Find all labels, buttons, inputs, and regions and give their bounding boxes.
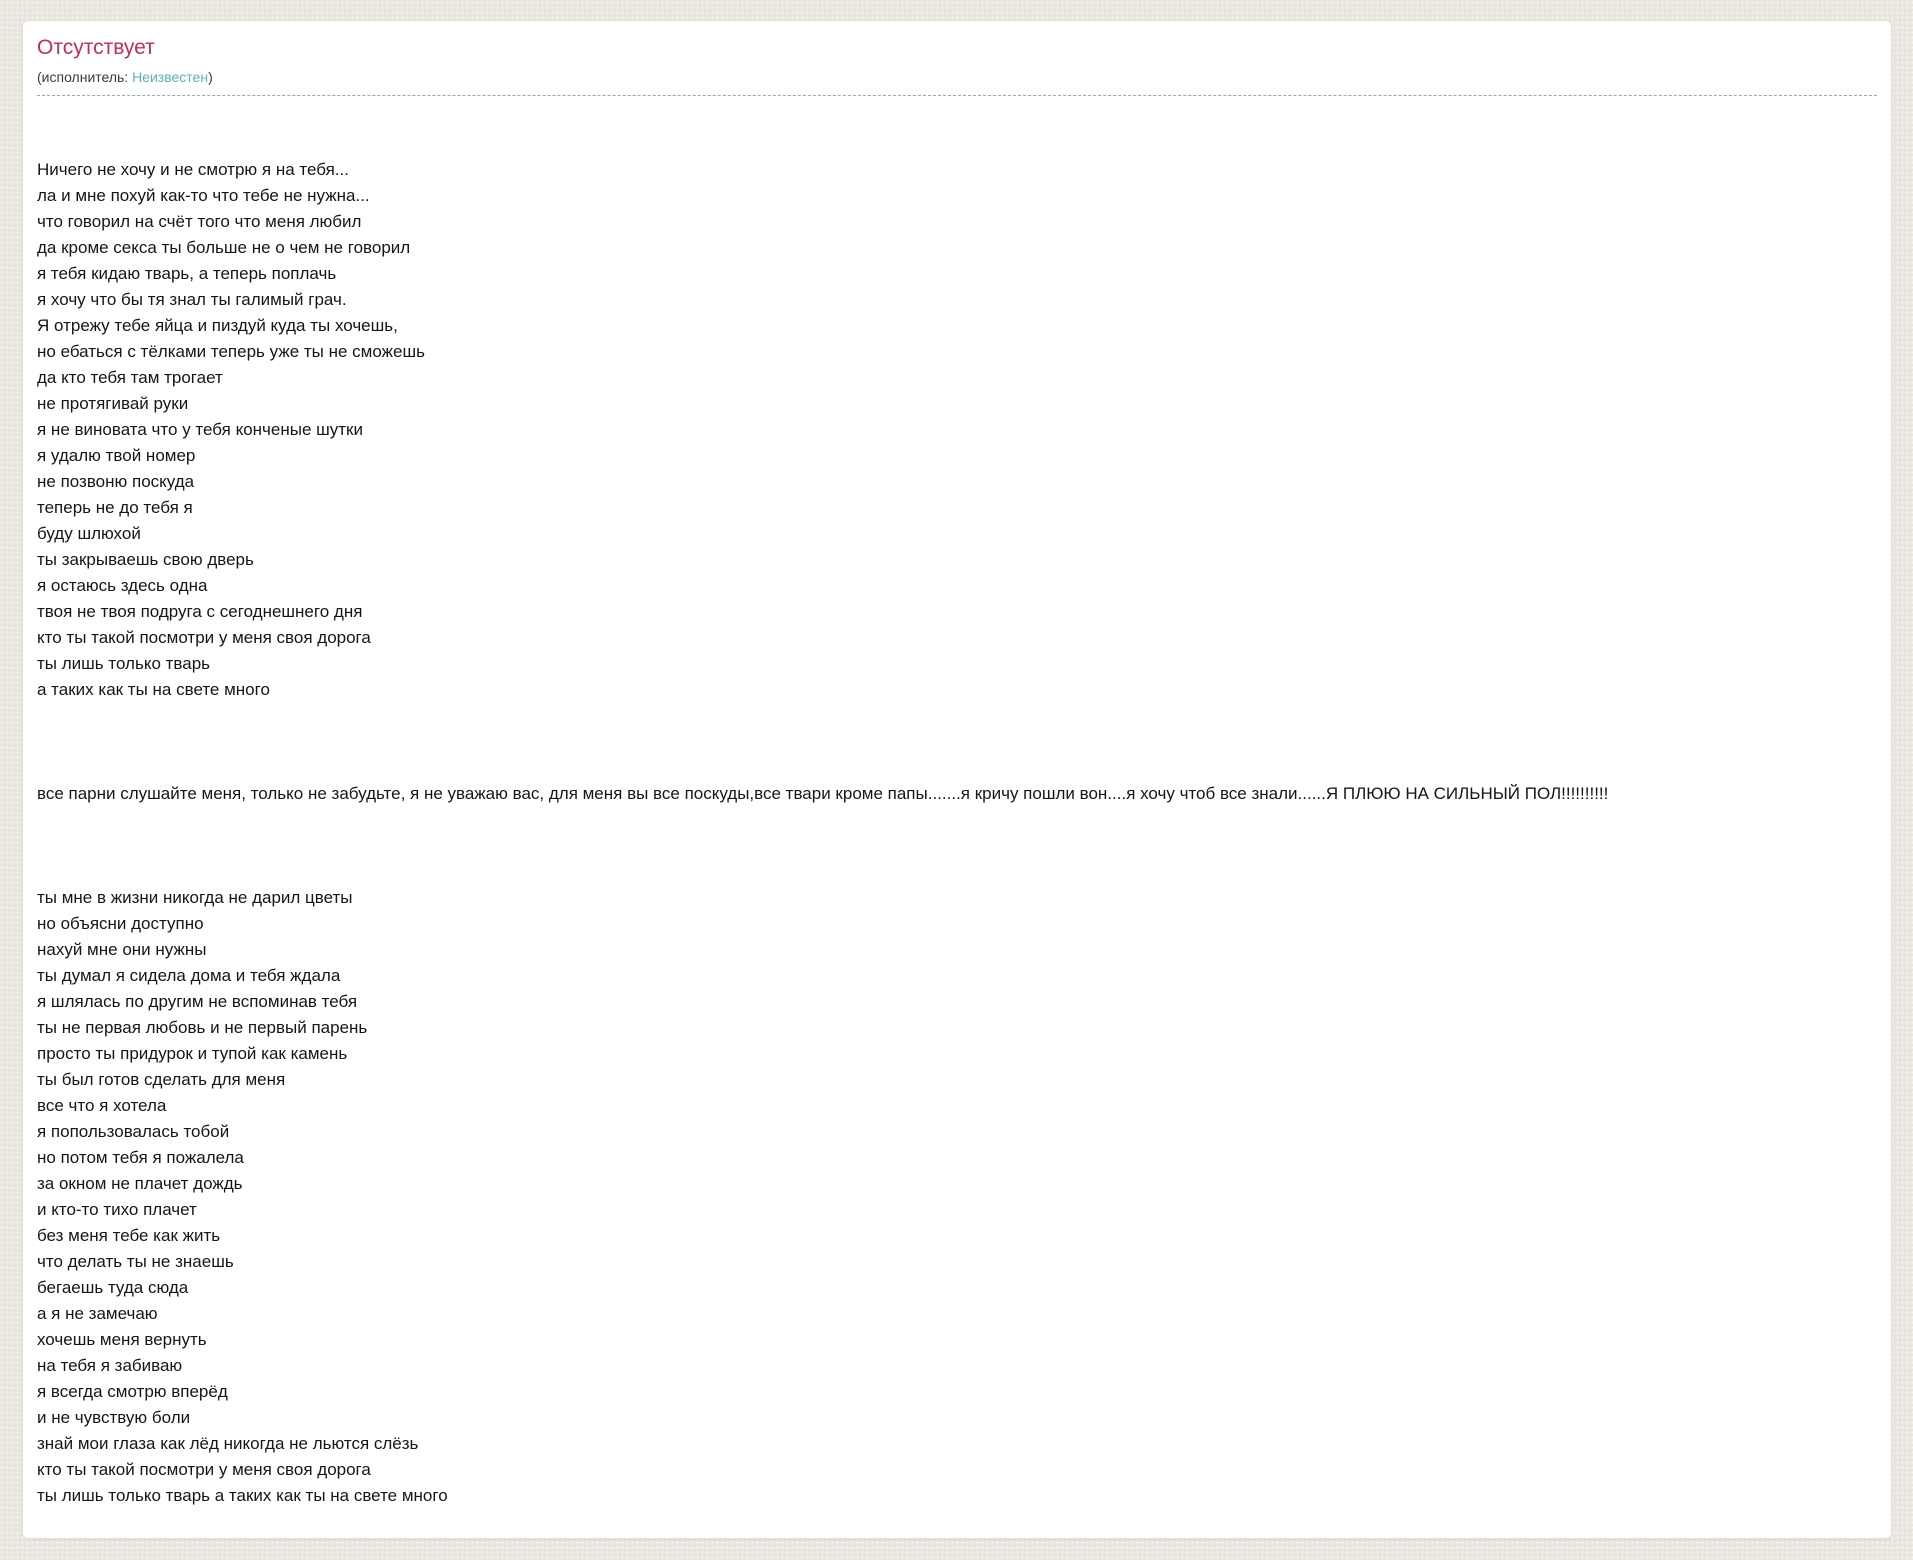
lyrics-verse-2: ты мне в жизни никогда не дарил цветы но… bbox=[37, 885, 1877, 1509]
lyrics-chorus-1: все парни слушайте меня, только не забуд… bbox=[37, 781, 1877, 807]
page-title: Отсутствует bbox=[37, 35, 1877, 61]
lyrics-text: Ничего не хочу и не смотрю я на тебя... … bbox=[37, 105, 1877, 1539]
artist-label: (исполнитель: bbox=[37, 69, 132, 85]
content-card: Отсутствует (исполнитель: Неизвестен) Ни… bbox=[22, 20, 1892, 1539]
artist-link[interactable]: Неизвестен bbox=[132, 69, 208, 85]
lyrics-verse-1: Ничего не хочу и не смотрю я на тебя... … bbox=[37, 157, 1877, 703]
artist-line: (исполнитель: Неизвестен) bbox=[37, 68, 1877, 96]
artist-suffix: ) bbox=[208, 69, 213, 85]
